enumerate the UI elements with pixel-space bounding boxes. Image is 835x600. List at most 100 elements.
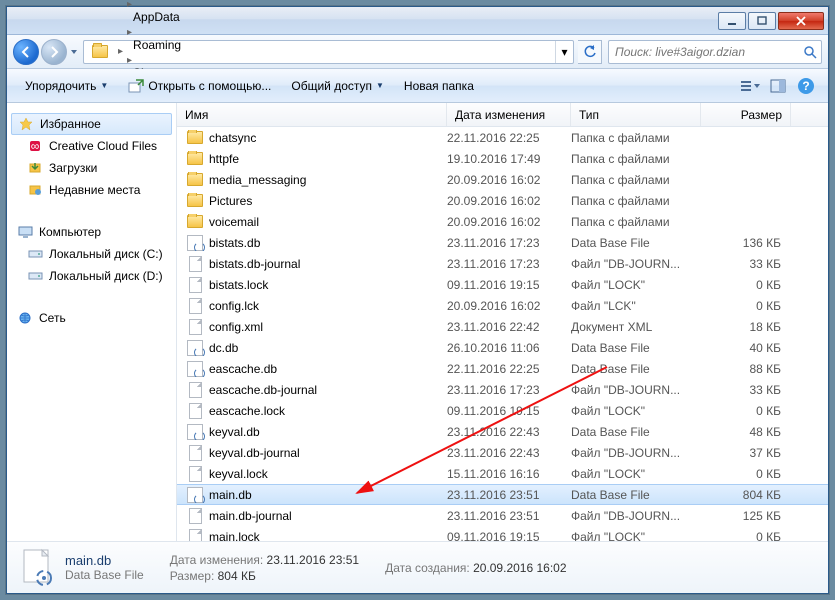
- file-row[interactable]: voicemail20.09.2016 16:02Папка с файлами: [177, 211, 828, 232]
- close-button[interactable]: [778, 12, 824, 30]
- folder-icon[interactable]: [84, 41, 116, 63]
- breadcrumb-segment[interactable]: AppData: [125, 10, 230, 24]
- file-icon: [187, 130, 203, 146]
- organize-button[interactable]: Упорядочить▼: [15, 74, 118, 98]
- breadcrumb-segment[interactable]: Roaming: [125, 38, 230, 52]
- sidebar-favorites[interactable]: Избранное: [11, 113, 172, 135]
- breadcrumb-dropdown[interactable]: ▾: [555, 41, 573, 63]
- forward-button[interactable]: [41, 39, 67, 65]
- file-icon: [187, 508, 203, 524]
- file-row[interactable]: main.db23.11.2016 23:51Data Base File804…: [177, 484, 828, 505]
- sidebar-icon: [27, 182, 43, 198]
- breadcrumb[interactable]: ▸ БОБРЫ▸AppData▸Roaming▸Skype▸live#3aigo…: [83, 40, 574, 64]
- file-icon: [187, 382, 203, 398]
- details-pane: main.db Data Base File Дата изменения: 2…: [7, 541, 828, 593]
- sidebar-network-label: Сеть: [39, 311, 66, 325]
- file-icon: [187, 529, 203, 542]
- sidebar-computer-label: Компьютер: [39, 225, 101, 239]
- file-list[interactable]: chatsync22.11.2016 22:25Папка с файламиh…: [177, 127, 828, 541]
- file-row[interactable]: bistats.db23.11.2016 17:23Data Base File…: [177, 232, 828, 253]
- file-row[interactable]: config.lck20.09.2016 16:02Файл "LCK"0 КБ: [177, 295, 828, 316]
- file-row[interactable]: keyval.db-journal23.11.2016 22:43Файл "D…: [177, 442, 828, 463]
- file-row[interactable]: bistats.lock09.11.2016 19:15Файл "LOCK"0…: [177, 274, 828, 295]
- col-size[interactable]: Размер: [701, 103, 791, 126]
- file-icon: [187, 235, 203, 251]
- file-row[interactable]: chatsync22.11.2016 22:25Папка с файлами: [177, 127, 828, 148]
- file-row[interactable]: bistats.db-journal23.11.2016 17:23Файл "…: [177, 253, 828, 274]
- svg-text:∞: ∞: [31, 139, 40, 153]
- refresh-button[interactable]: [578, 40, 602, 64]
- toolbar: Упорядочить▼ Открыть с помощью... Общий …: [7, 69, 828, 103]
- file-icon: [187, 403, 203, 419]
- view-options-button[interactable]: [736, 74, 764, 98]
- file-row[interactable]: Pictures20.09.2016 16:02Папка с файлами: [177, 190, 828, 211]
- file-row[interactable]: keyval.lock15.11.2016 16:16Файл "LOCK"0 …: [177, 463, 828, 484]
- file-icon: [187, 487, 203, 503]
- file-icon: [187, 445, 203, 461]
- sidebar: Избранное ∞Creative Cloud FilesЗагрузкиН…: [7, 103, 177, 541]
- search-input[interactable]: [609, 45, 799, 59]
- file-row[interactable]: media_messaging20.09.2016 16:02Папка с ф…: [177, 169, 828, 190]
- file-icon: [187, 340, 203, 356]
- sidebar-item[interactable]: Загрузки: [7, 157, 176, 179]
- file-row[interactable]: main.db-journal23.11.2016 23:51Файл "DB-…: [177, 505, 828, 526]
- col-name[interactable]: Имя: [177, 103, 447, 126]
- computer-icon: [17, 224, 33, 240]
- minimize-button[interactable]: [718, 12, 746, 30]
- file-icon: [187, 424, 203, 440]
- explorer-window: ▸ БОБРЫ▸AppData▸Roaming▸Skype▸live#3aigo…: [6, 6, 829, 594]
- open-with-button[interactable]: Открыть с помощью...: [118, 74, 281, 98]
- sidebar-favorites-label: Избранное: [40, 117, 101, 131]
- file-row[interactable]: config.xml23.11.2016 22:42Документ XML18…: [177, 316, 828, 337]
- sidebar-network[interactable]: Сеть: [7, 307, 176, 329]
- open-with-icon: [128, 79, 144, 93]
- sidebar-item[interactable]: Локальный диск (D:): [7, 265, 176, 287]
- network-icon: [17, 310, 33, 326]
- star-icon: [18, 116, 34, 132]
- details-filetype: Data Base File: [65, 568, 144, 582]
- sidebar-item[interactable]: Недавние места: [7, 179, 176, 201]
- body: Избранное ∞Creative Cloud FilesЗагрузкиН…: [7, 103, 828, 541]
- file-row[interactable]: dc.db26.10.2016 11:06Data Base File40 КБ: [177, 337, 828, 358]
- file-row[interactable]: main.lock09.11.2016 19:15Файл "LOCK"0 КБ: [177, 526, 828, 541]
- file-icon: [187, 319, 203, 335]
- back-button[interactable]: [13, 39, 39, 65]
- search-box[interactable]: [608, 40, 822, 64]
- file-icon: [187, 151, 203, 167]
- main-pane: Имя Дата изменения Тип Размер chatsync22…: [177, 103, 828, 541]
- file-icon: [187, 172, 203, 188]
- details-filename: main.db: [65, 553, 144, 568]
- details-file-icon: [19, 550, 55, 586]
- file-icon: [187, 361, 203, 377]
- file-icon: [187, 256, 203, 272]
- file-icon: [187, 466, 203, 482]
- sidebar-item[interactable]: ∞Creative Cloud Files: [7, 135, 176, 157]
- drive-icon: [27, 268, 43, 284]
- help-button[interactable]: ?: [792, 74, 820, 98]
- file-icon: [187, 193, 203, 209]
- maximize-button[interactable]: [748, 12, 776, 30]
- search-icon[interactable]: [799, 45, 821, 59]
- sidebar-icon: ∞: [27, 138, 43, 154]
- file-row[interactable]: eascache.db22.11.2016 22:25Data Base Fil…: [177, 358, 828, 379]
- drive-icon: [27, 246, 43, 262]
- svg-text:?: ?: [802, 79, 809, 93]
- file-icon: [187, 277, 203, 293]
- navbar: ▸ БОБРЫ▸AppData▸Roaming▸Skype▸live#3aigo…: [7, 35, 828, 69]
- file-icon: [187, 214, 203, 230]
- file-row[interactable]: eascache.lock09.11.2016 19:15Файл "LOCK"…: [177, 400, 828, 421]
- preview-pane-button[interactable]: [764, 74, 792, 98]
- new-folder-button[interactable]: Новая папка: [394, 74, 484, 98]
- history-dropdown-icon[interactable]: [69, 40, 79, 64]
- file-row[interactable]: keyval.db23.11.2016 22:43Data Base File4…: [177, 421, 828, 442]
- sidebar-item[interactable]: Локальный диск (C:): [7, 243, 176, 265]
- col-date[interactable]: Дата изменения: [447, 103, 571, 126]
- file-icon: [187, 298, 203, 314]
- sidebar-icon: [27, 160, 43, 176]
- column-headers: Имя Дата изменения Тип Размер: [177, 103, 828, 127]
- col-type[interactable]: Тип: [571, 103, 701, 126]
- file-row[interactable]: httpfe19.10.2016 17:49Папка с файлами: [177, 148, 828, 169]
- share-button[interactable]: Общий доступ▼: [281, 74, 394, 98]
- sidebar-computer[interactable]: Компьютер: [7, 221, 176, 243]
- file-row[interactable]: eascache.db-journal23.11.2016 17:23Файл …: [177, 379, 828, 400]
